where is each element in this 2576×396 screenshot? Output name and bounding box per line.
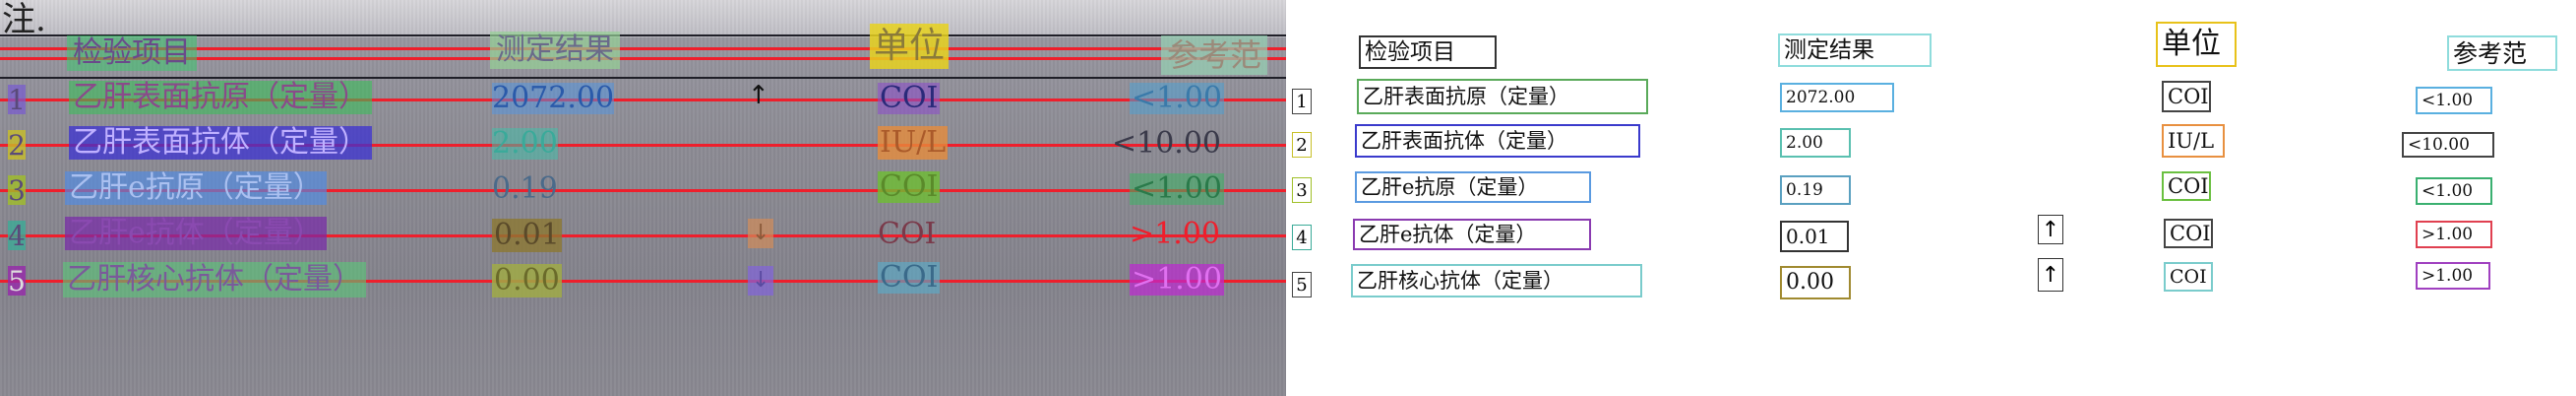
render-row-result: 2072.00 (1780, 83, 1894, 112)
photo-row-number: 3 (8, 173, 26, 207)
photo-row-ref: >1.00 (1130, 262, 1224, 297)
photo-row-result: 2.00 (492, 126, 558, 161)
render-row-number: 1 (1292, 89, 1312, 114)
render-header-result: 测定结果 (1778, 33, 1932, 67)
photo-row-number: 2 (8, 128, 26, 162)
photo-row-ref: <1.00 (1130, 81, 1224, 115)
render-row-ref: <1.00 (2416, 177, 2492, 205)
photo-row-ref: <10.00 (1112, 126, 1222, 161)
render-row-item: 乙肝表面抗原（定量） (1357, 79, 1648, 114)
render-row-number: 2 (1292, 132, 1312, 158)
render-row-number: 3 (1292, 177, 1312, 203)
render-row-ref: >1.00 (2416, 221, 2492, 248)
render-row-result: 0.19 (1780, 175, 1851, 205)
render-row-ref: >1.00 (2416, 262, 2490, 290)
render-row-item: 乙肝表面抗体（定量） (1355, 124, 1640, 158)
photo-row-unit: IU/L (878, 125, 949, 160)
photo-row-unit: COI (878, 81, 941, 115)
photo-row-result: 2072.00 (492, 81, 615, 115)
photo-row-item: 乙肝e抗原（定量） (65, 171, 327, 205)
photo-row-flag: ↓ (748, 219, 774, 248)
photo-row-number: 4 (8, 219, 26, 252)
render-row-result: 0.01 (1780, 221, 1849, 252)
render-row-flag: ↑ (2038, 258, 2063, 292)
render-row-unit: COI (2162, 171, 2211, 201)
render-row-result: 2.00 (1780, 128, 1851, 158)
photo-header-unit: 单位 (870, 24, 950, 69)
photo-row-result: 0.19 (492, 171, 558, 206)
photo-row-number: 1 (8, 83, 26, 116)
render-row-unit: COI (2164, 262, 2213, 292)
photo-row-unit: COI (878, 217, 937, 251)
photo-row-unit: COI (878, 169, 941, 204)
photo-header-ref: 参考范 (1161, 35, 1268, 75)
render-row-ref: <10.00 (2402, 132, 2494, 158)
render-row-flag: ↑ (2038, 215, 2063, 244)
render-row-unit: COI (2162, 81, 2211, 112)
photo-row-ref: >1.00 (1130, 217, 1220, 251)
render-row-number: 5 (1292, 272, 1312, 297)
photo-row-item: 乙肝e抗体（定量） (65, 217, 327, 250)
render-row-unit: IU/L (2162, 124, 2225, 158)
render-row-item: 乙肝e抗原（定量） (1355, 171, 1591, 203)
photo-header-result: 测定结果 (490, 32, 620, 69)
photo-row-number: 5 (8, 264, 26, 297)
render-header-unit: 单位 (2156, 22, 2237, 67)
photo-row-item: 乙肝表面抗体（定量） (69, 126, 372, 160)
render-header-ref: 参考范 (2447, 35, 2557, 71)
photo-row-flag: ↓ (748, 266, 774, 296)
render-row-ref: <1.00 (2416, 87, 2492, 114)
photo-row-item: 乙肝表面抗原（定量） (69, 81, 372, 114)
photo-row-item: 乙肝核心抗体（定量） (63, 262, 366, 297)
render-row-unit: COI (2164, 219, 2213, 248)
photo-header-item: 检验项目 (67, 35, 197, 71)
photo-row-flag: ↑ (748, 81, 769, 110)
render-row-number: 4 (1292, 225, 1312, 250)
photo-row-ref: <1.00 (1130, 171, 1224, 206)
render-row-result: 0.00 (1780, 266, 1851, 299)
render-header-item: 检验项目 (1359, 35, 1497, 69)
header-bottom-line (0, 77, 1286, 79)
rendered-table-panel: 检验项目 测定结果 单位 参考范 1 乙肝表面抗原（定量） 2072.00 CO… (1286, 0, 2576, 396)
photo-row-result: 0.01 (492, 218, 562, 252)
annotated-photo-panel: 注. 检验项目 测定结果 单位 参考范 1 乙肝表面抗原（定量） 2072.00… (0, 0, 1286, 396)
photo-row-unit: COI (878, 260, 941, 295)
render-row-item: 乙肝核心抗体（定量） (1351, 264, 1642, 297)
photo-row-result: 0.00 (492, 263, 562, 297)
render-row-item: 乙肝e抗体（定量） (1353, 219, 1591, 250)
